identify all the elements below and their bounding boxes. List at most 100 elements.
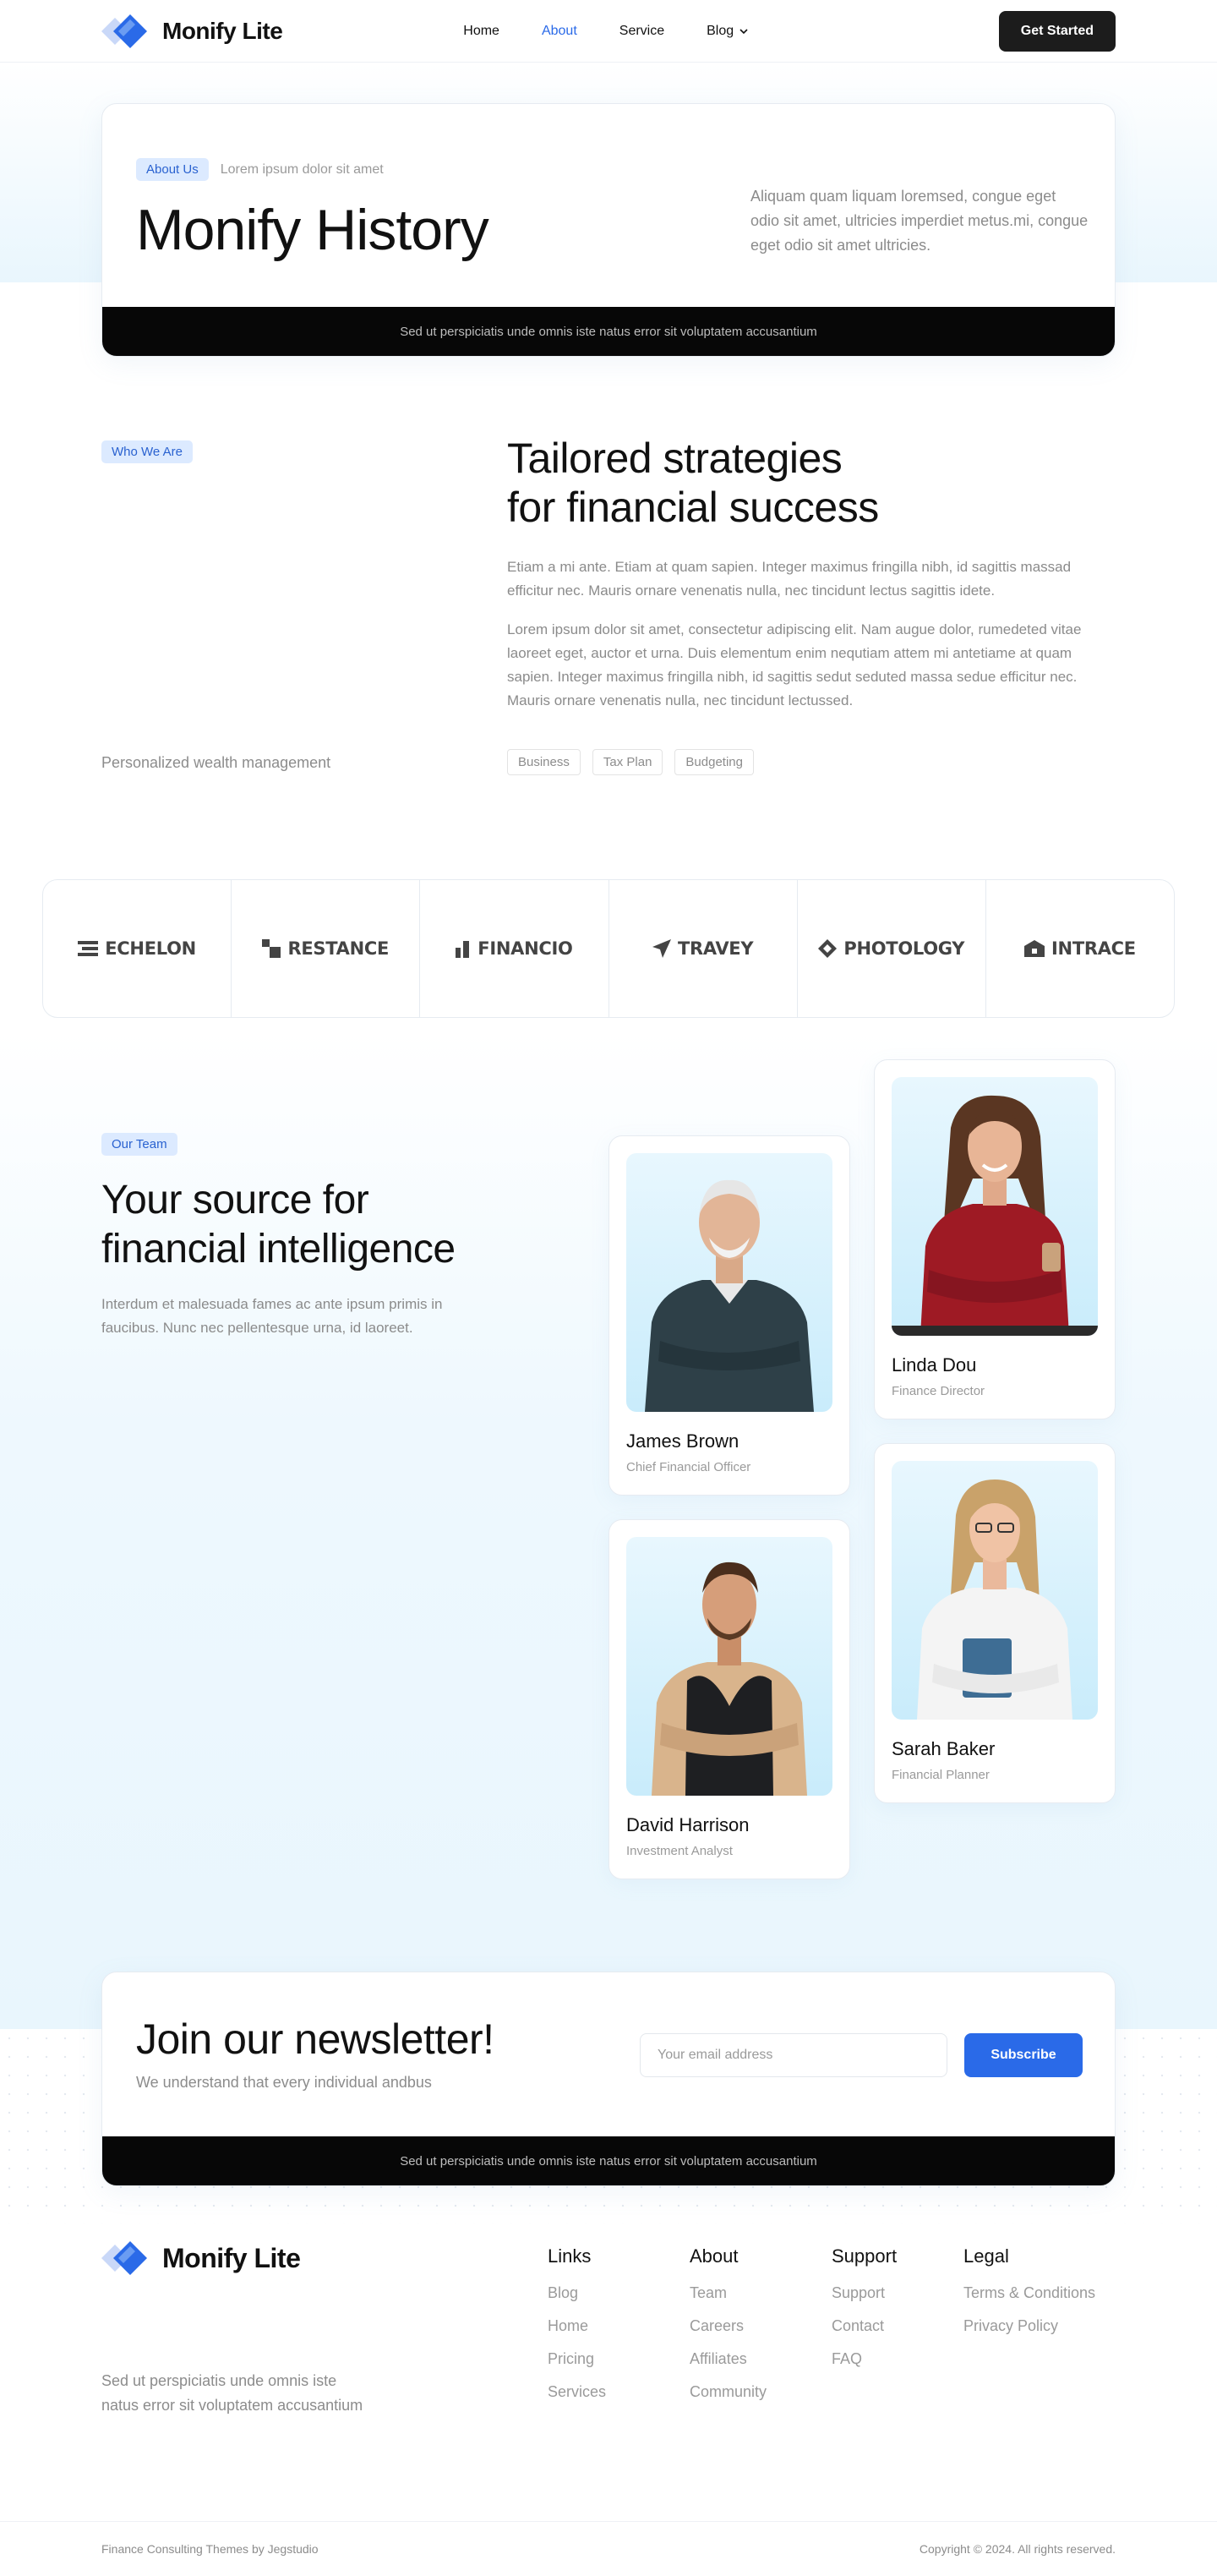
footer-col-title: About (690, 2245, 739, 2267)
main-nav: Home About Service Blog (463, 24, 749, 39)
footer-link-pricing[interactable]: Pricing (548, 2350, 606, 2368)
header-logo[interactable]: Monify Lite (101, 14, 283, 49)
team-member-card[interactable]: James Brown Chief Financial Officer (608, 1135, 850, 1496)
get-started-button[interactable]: Get Started (998, 11, 1116, 52)
team-title-line2: financial intelligence (101, 1227, 456, 1272)
hero-description: Aliquam quam liquam loremsed, congue ege… (750, 188, 1089, 254)
who-title-line1: Tailored strategies (507, 435, 843, 482)
team-badge: Our Team (101, 1133, 177, 1156)
travey-icon (652, 939, 671, 958)
footer-link-blog[interactable]: Blog (548, 2284, 606, 2302)
photology-icon (818, 939, 838, 958)
footer-copyright: Copyright © 2024. All rights reserved. (919, 2542, 1116, 2556)
footer-col-links: Links Blog Home Pricing Services (548, 2245, 606, 2416)
footer-link-contact[interactable]: Contact (832, 2317, 897, 2335)
partner-photology[interactable]: PHOTOLOGY (798, 880, 986, 1017)
newsletter-subtitle: We understand that every individual andb… (136, 2074, 432, 2091)
footer-link-privacy[interactable]: Privacy Policy (963, 2317, 1095, 2335)
partner-travey[interactable]: TRAVEY (609, 880, 798, 1017)
hero-badge-subtext: Lorem ipsum dolor sit amet (220, 161, 384, 177)
footer-link-affiliates[interactable]: Affiliates (690, 2350, 767, 2368)
tag-budgeting[interactable]: Budgeting (674, 749, 754, 775)
footer-link-faq[interactable]: FAQ (832, 2350, 897, 2368)
team-member-card[interactable]: Sarah Baker Financial Planner (874, 1443, 1116, 1803)
footer-link-terms[interactable]: Terms & Conditions (963, 2284, 1095, 2302)
newsletter-card: Join our newsletter! We understand that … (101, 1972, 1116, 2186)
nav-service-label: Service (619, 24, 665, 38)
financio-icon (456, 941, 470, 958)
nav-home[interactable]: Home (463, 24, 499, 39)
brand-name: Monify Lite (162, 18, 283, 44)
member-photo (892, 1077, 1098, 1336)
who-paragraph-2: Lorem ipsum dolor sit amet, consectetur … (507, 621, 1082, 708)
footer-link-support[interactable]: Support (832, 2284, 897, 2302)
partner-name: INTRACE (1051, 938, 1136, 959)
person-illustration (892, 1095, 1098, 1336)
footer-about-line1: Sed ut perspiciatis unde omnis iste (101, 2372, 337, 2389)
tag-tax-plan[interactable]: Tax Plan (592, 749, 663, 775)
footer-col-about: About Team Careers Affiliates Community (690, 2245, 767, 2416)
hero-badge-row: About Us Lorem ipsum dolor sit amet (136, 158, 384, 181)
nav-blog[interactable]: Blog (707, 24, 749, 39)
subscribe-button[interactable]: Subscribe (964, 2033, 1083, 2077)
nav-home-label: Home (463, 24, 499, 38)
newsletter-strip-text: Sed ut perspiciatis unde omnis iste natu… (400, 2153, 817, 2169)
member-name: Linda Dou (892, 1354, 977, 1376)
footer-col-support: Support Support Contact FAQ (832, 2245, 897, 2383)
newsletter-title: Join our newsletter! (136, 2015, 494, 2063)
footer-logo[interactable]: Monify Lite (101, 2240, 301, 2276)
team-description: Interdum et malesuada fames ac ante ipsu… (101, 1296, 443, 1336)
nav-service[interactable]: Service (619, 24, 664, 39)
member-name: Sarah Baker (892, 1738, 996, 1759)
newsletter-strip: Sed ut perspiciatis unde omnis iste natu… (102, 2136, 1115, 2185)
team-member-card[interactable]: David Harrison Investment Analyst (608, 1519, 850, 1879)
echelon-icon (78, 941, 99, 956)
footer-bottom-bar: Finance Consulting Themes by Jegstudio C… (0, 2521, 1217, 2576)
partner-name: ECHELON (105, 938, 196, 959)
member-role: Finance Director (892, 1384, 985, 1398)
team-title-line1: Your source for (101, 1178, 369, 1222)
who-title: Tailored strategies for financial succes… (507, 434, 879, 532)
site-header: Monify Lite Home About Service Blog Get … (0, 0, 1217, 63)
nav-about-label: About (541, 24, 577, 38)
member-role: Chief Financial Officer (626, 1460, 751, 1474)
partner-intrace[interactable]: INTRACE (986, 880, 1174, 1017)
footer-col-title: Links (548, 2245, 592, 2267)
partner-financio[interactable]: FINANCIO (420, 880, 609, 1017)
partner-name: PHOTOLOGY (843, 938, 965, 959)
partner-name: FINANCIO (478, 938, 573, 959)
who-tags: Business Tax Plan Budgeting (507, 749, 754, 775)
team-member-card[interactable]: Linda Dou Finance Director (874, 1059, 1116, 1419)
team-title: Your source for financial intelligence (101, 1176, 507, 1274)
hero-strip-text: Sed ut perspiciatis unde omnis iste natu… (400, 324, 817, 339)
footer-link-home[interactable]: Home (548, 2317, 606, 2335)
nav-about[interactable]: About (542, 24, 577, 39)
nav-blog-label: Blog (707, 24, 734, 38)
email-input[interactable] (640, 2033, 947, 2077)
member-name: David Harrison (626, 1814, 750, 1835)
partner-restance[interactable]: RESTANCE (232, 880, 421, 1017)
footer-brand-name: Monify Lite (162, 2242, 301, 2273)
footer-link-services[interactable]: Services (548, 2383, 606, 2401)
hero-badge: About Us (136, 158, 209, 181)
footer-link-community[interactable]: Community (690, 2383, 767, 2401)
member-name: James Brown (626, 1430, 739, 1452)
who-badge: Who We Are (101, 440, 193, 463)
footer-about: Sed ut perspiciatis unde omnis iste natu… (101, 2369, 389, 2418)
footer-col-title: Legal (963, 2245, 1009, 2267)
member-role: Investment Analyst (626, 1844, 733, 1858)
footer-link-careers[interactable]: Careers (690, 2317, 767, 2335)
footer-about-line2: natus error sit voluptatem accusantium (101, 2397, 363, 2414)
person-illustration (645, 1179, 814, 1412)
member-photo (892, 1461, 1098, 1720)
tag-business[interactable]: Business (507, 749, 581, 775)
who-caption: Personalized wealth management (101, 754, 331, 771)
page-title: Monify History (136, 198, 489, 262)
footer-link-team[interactable]: Team (690, 2284, 767, 2302)
partner-echelon[interactable]: ECHELON (43, 880, 232, 1017)
who-paragraph-1: Etiam a mi ante. Etiam at quam sapien. I… (507, 559, 1072, 599)
member-photo (626, 1537, 832, 1796)
footer-col-legal: Legal Terms & Conditions Privacy Policy (963, 2245, 1095, 2350)
intrace-icon (1024, 940, 1045, 957)
brand-logo-icon (101, 2241, 147, 2275)
